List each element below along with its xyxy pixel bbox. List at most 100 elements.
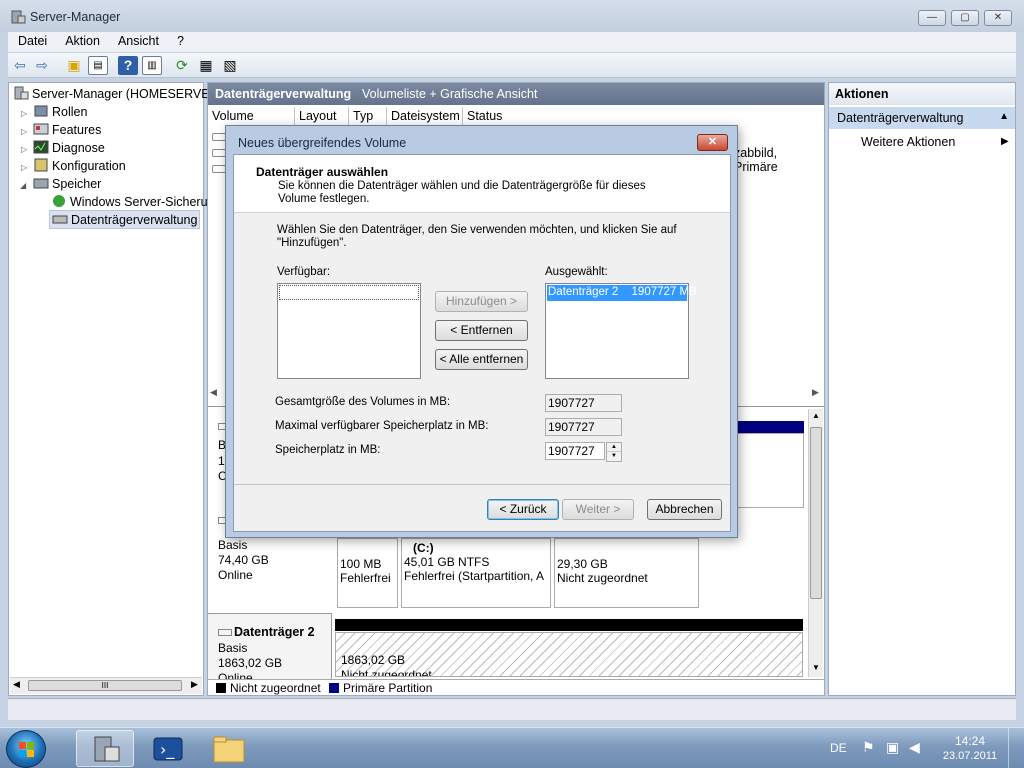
menu-help[interactable]: ? [167, 32, 192, 48]
scroll-right-icon[interactable]: ▶ [191, 679, 198, 690]
spin-up-icon[interactable]: ▲ [607, 443, 621, 452]
total-size-field: 1907727 [545, 394, 622, 412]
properties-icon[interactable]: ▦ [196, 56, 216, 75]
start-button[interactable] [6, 730, 46, 768]
action-center-flag-icon[interactable]: ⚑ [862, 739, 875, 756]
disk2-size: 1863,02 GB [218, 656, 283, 670]
available-listbox[interactable] [277, 283, 421, 379]
language-indicator[interactable]: DE [830, 741, 847, 755]
forward-icon[interactable]: ⇨ [32, 56, 52, 75]
menu-ansicht[interactable]: Ansicht [108, 32, 167, 48]
max-space-field: 1907727 [545, 418, 622, 436]
actions-section-label: Datenträgerverwaltung [837, 111, 964, 125]
partition-disk2-unallocated[interactable]: 1863,02 GB Nicht zugeordnet [335, 632, 803, 677]
expand-arrow-icon[interactable]: ▷ [21, 145, 27, 154]
title-bar[interactable]: Server-Manager — ▢ ✕ [0, 0, 1024, 32]
scroll-thumb[interactable] [810, 427, 822, 599]
partition-system[interactable]: 100 MB Fehlerfrei [337, 538, 398, 608]
action-pane-icon[interactable]: ▥ [142, 56, 162, 75]
col-typ[interactable]: Typ [349, 107, 387, 125]
disk2-label-box[interactable]: Datenträger 2 Basis 1863,02 GB Online [208, 613, 332, 685]
actions-section[interactable]: Datenträgerverwaltung ▲ [829, 107, 1015, 129]
selected-item-size: 1907727 MB [631, 286, 697, 298]
col-dateisystem[interactable]: Dateisystem [387, 107, 463, 125]
expand-arrow-icon[interactable]: ▷ [21, 163, 27, 172]
back-button[interactable]: < Zurück [487, 499, 559, 520]
more-actions[interactable]: Weitere Aktionen [861, 135, 955, 149]
submenu-arrow-icon[interactable]: ▶ [1001, 136, 1009, 147]
selected-listbox[interactable]: Datenträger 2 1907727 MB [545, 283, 697, 379]
scroll-up-icon[interactable]: ▲ [812, 411, 820, 420]
scroll-down-icon[interactable]: ▼ [812, 663, 820, 672]
clock-date[interactable]: 23.07.2011 [940, 750, 1000, 762]
taskbar-server-manager[interactable] [76, 730, 134, 767]
partition-status: Nicht zugeordnet [557, 571, 648, 585]
maximize-button[interactable]: ▢ [951, 10, 979, 26]
partition-block[interactable] [734, 433, 804, 508]
partition-unallocated[interactable]: 29,30 GB Nicht zugeordnet [554, 538, 699, 608]
primary-partition-bar [734, 421, 804, 433]
space-input[interactable]: 1907727 [545, 442, 605, 460]
expand-arrow-icon[interactable]: ▷ [21, 127, 27, 136]
cancel-button[interactable]: Abbrechen [647, 499, 722, 520]
refresh-icon[interactable]: ⟳ [172, 56, 192, 75]
show-desktop-button[interactable] [1008, 728, 1024, 768]
tree-item-backup[interactable]: Windows Server-Sicherun [51, 194, 215, 209]
col-volume[interactable]: Volume [208, 107, 295, 125]
spin-down-icon[interactable]: ▼ [607, 452, 621, 461]
tree-item-features[interactable]: Features [33, 122, 101, 137]
scroll-left-icon[interactable]: ◀ [13, 679, 20, 690]
svg-text:›_: ›_ [160, 740, 175, 760]
tree-horizontal-scrollbar[interactable]: ◀ III ▶ [10, 677, 202, 694]
collapse-icon[interactable]: ▲ [999, 111, 1009, 122]
tree-item-datentraegerverwaltung[interactable]: Datenträgerverwaltung [49, 210, 201, 229]
vertical-scrollbar[interactable]: ▲ ▼ [808, 409, 823, 677]
partition-size: 29,30 GB [557, 557, 608, 571]
partition-size: 1863,02 GB [341, 653, 406, 667]
space-spinner[interactable]: ▲ ▼ [606, 442, 622, 462]
expand-arrow-icon[interactable]: ▷ [21, 109, 27, 118]
tree-item-speicher[interactable]: Speicher [33, 176, 101, 191]
back-icon[interactable]: ⇦ [10, 56, 30, 75]
tree-item-rollen[interactable]: Rollen [33, 104, 87, 119]
total-size-label: Gesamtgröße des Volumes in MB: [275, 396, 451, 408]
network-icon[interactable]: ▣ [886, 739, 899, 756]
taskbar-explorer[interactable] [200, 730, 258, 767]
partition-c[interactable]: (C:) 45,01 GB NTFS Fehlerfrei (Startpart… [401, 538, 551, 608]
up-folder-icon[interactable]: ▣ [64, 56, 84, 75]
tree-item-diagnose[interactable]: Diagnose [33, 140, 105, 155]
help-icon[interactable]: ? [118, 56, 138, 75]
next-button[interactable]: Weiter > [562, 499, 634, 520]
close-button[interactable]: ✕ [984, 10, 1012, 26]
dialog-body: Datenträger auswählen Sie können die Dat… [233, 154, 731, 532]
col-status[interactable]: Status [463, 107, 583, 125]
scroll-left-icon[interactable]: ◀ [210, 387, 217, 398]
tree-root[interactable]: Server-Manager (HOMESERVER) [13, 86, 223, 101]
remove-button[interactable]: < Entfernen [435, 320, 528, 341]
show-tree-icon[interactable]: ▤ [88, 56, 108, 75]
col-layout[interactable]: Layout [295, 107, 349, 125]
remove-all-button[interactable]: < Alle entfernen [435, 349, 528, 370]
dialog-instruction: Wählen Sie den Datenträger, den Sie verw… [277, 224, 677, 249]
dialog-close-button[interactable]: ✕ [697, 134, 728, 151]
clock-time[interactable]: 14:24 [940, 734, 1000, 748]
actions-pane: Aktionen Datenträgerverwaltung ▲ Weitere… [828, 82, 1016, 696]
folder-icon [213, 736, 245, 763]
scroll-right-icon[interactable]: ▶ [812, 387, 819, 398]
collapse-arrow-icon[interactable]: ◢ [20, 181, 26, 190]
tree-item-konfiguration[interactable]: Konfiguration [33, 158, 126, 173]
partition-status: Fehlerfrei (Startpartition, A [404, 569, 545, 583]
selected-list-item[interactable]: Datenträger 2 1907727 MB [547, 285, 697, 301]
minimize-button[interactable]: — [918, 10, 946, 26]
export-icon[interactable]: ▧ [220, 56, 240, 75]
server-manager-icon [94, 736, 120, 762]
add-button[interactable]: Hinzufügen > [435, 291, 528, 312]
server-manager-icon [10, 9, 26, 25]
unallocated-bar [335, 619, 803, 631]
legend-swatch-primary [329, 683, 339, 693]
menu-aktion[interactable]: Aktion [55, 32, 108, 48]
scroll-thumb[interactable]: III [28, 680, 182, 691]
taskbar-powershell[interactable]: ›_ [140, 730, 198, 767]
volume-muted-icon[interactable]: ◀ [909, 739, 920, 756]
menu-datei[interactable]: Datei [8, 32, 55, 48]
